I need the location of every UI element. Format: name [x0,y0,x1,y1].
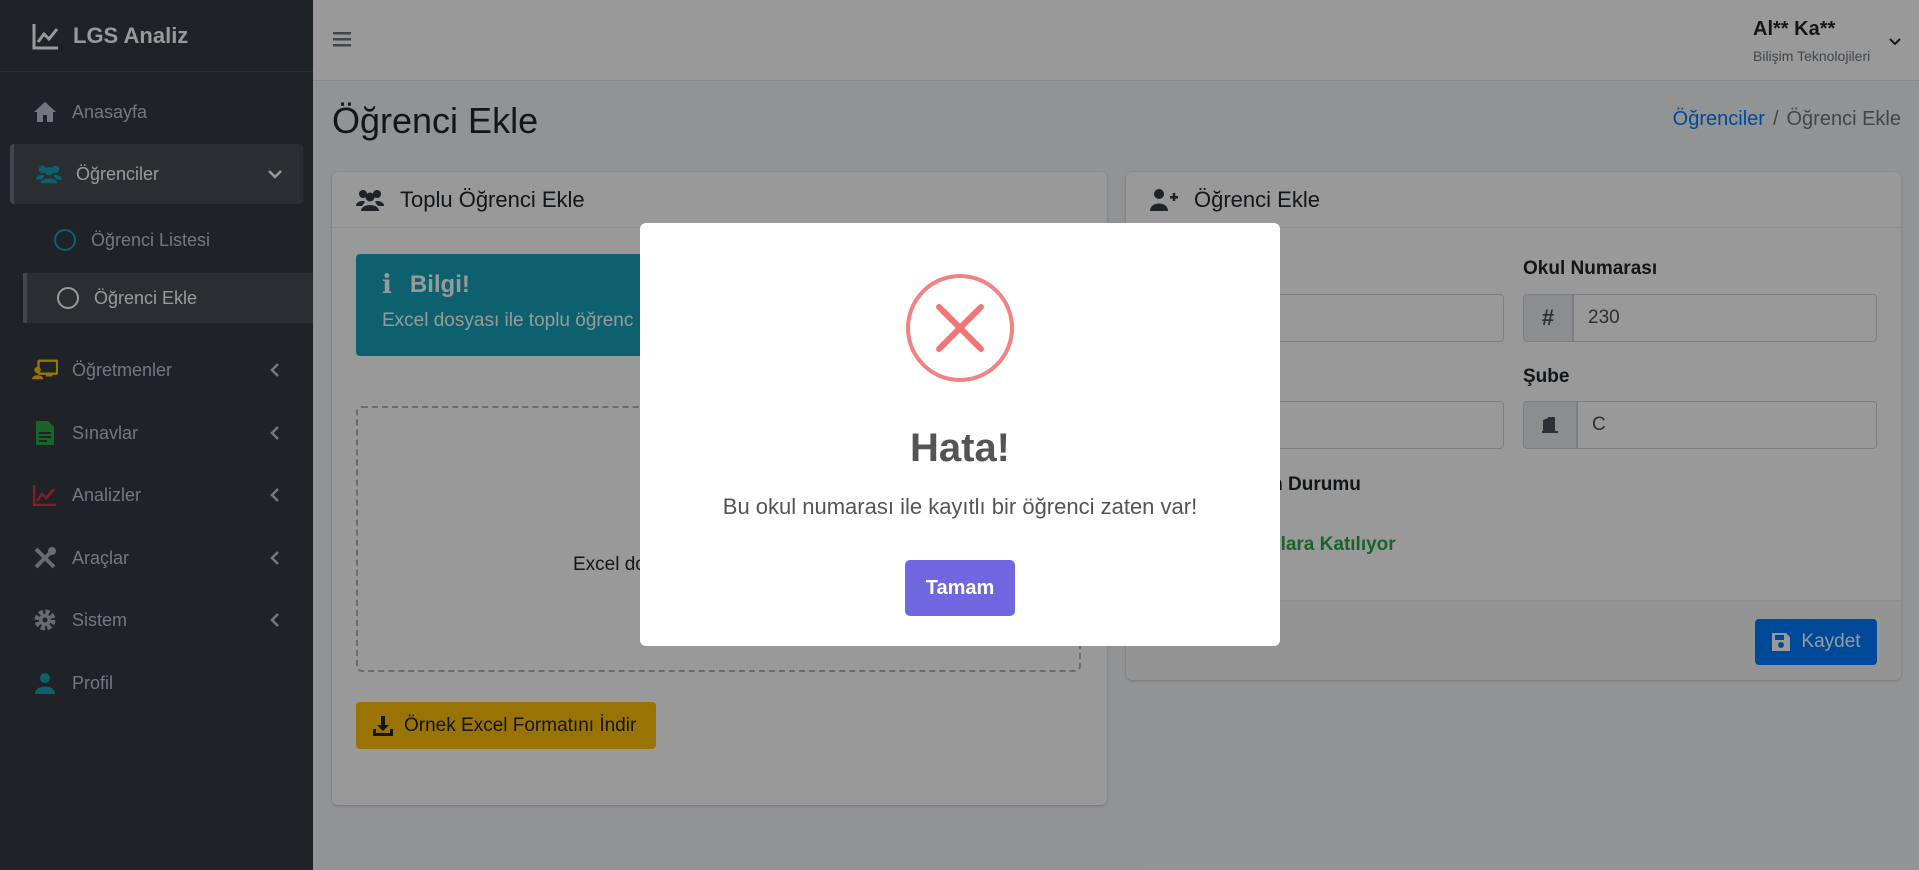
error-dialog: Hata! Bu okul numarası ile kayıtlı bir ö… [640,223,1280,646]
dialog-title: Hata! [909,426,1011,470]
ok-button[interactable]: Tamam [905,560,1015,616]
error-x-icon [906,274,1014,382]
dialog-message: Bu okul numarası ile kayıtlı bir öğrenci… [722,494,1198,519]
